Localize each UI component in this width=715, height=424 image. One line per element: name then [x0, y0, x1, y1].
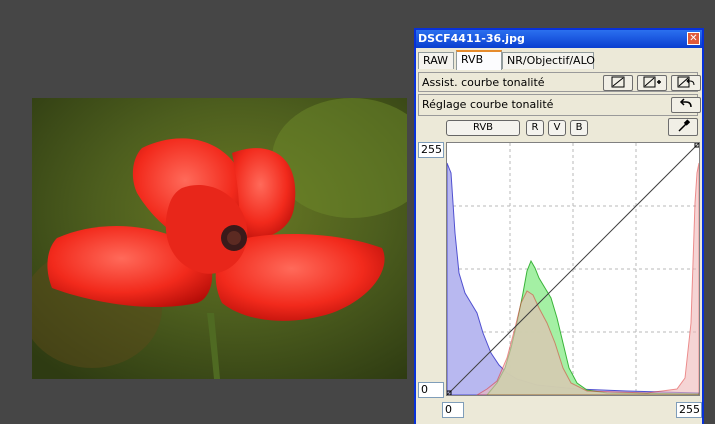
close-icon: ✕ [689, 33, 698, 44]
tab-raw[interactable]: RAW [418, 52, 454, 69]
tone-curve-graph[interactable] [446, 142, 700, 396]
reglage-panel: Réglage courbe tonalité [418, 94, 701, 116]
auto-curve-button[interactable] [603, 75, 633, 91]
tone-curve-window[interactable]: DSCF4411-36.jpg ✕ RAW RVB NR/Objectif/AL… [414, 28, 704, 424]
curve-reset-icon [677, 76, 695, 88]
channel-v-button[interactable]: V [548, 120, 566, 136]
input-low-field[interactable]: 0 [442, 402, 464, 418]
assist-label: Assist. courbe tonalité [422, 76, 545, 89]
channel-b-button[interactable]: B [570, 120, 588, 136]
add-point-button[interactable] [637, 75, 667, 91]
channel-rvb-button[interactable]: RVB [446, 120, 520, 136]
tab-nr-objectif-alo[interactable]: NR/Objectif/ALO [502, 52, 595, 69]
reset-curve-button[interactable] [671, 75, 701, 91]
output-max-field[interactable]: 255 [418, 142, 444, 158]
undo-button[interactable] [671, 97, 701, 113]
window-titlebar[interactable]: DSCF4411-36.jpg ✕ [416, 30, 702, 48]
curve-auto-icon [611, 76, 625, 88]
reglage-label: Réglage courbe tonalité [422, 98, 554, 111]
eyedropper-icon [678, 119, 691, 132]
window-title: DSCF4411-36.jpg [418, 32, 525, 45]
assist-panel: Assist. courbe tonalité [418, 72, 701, 92]
eyedropper-button[interactable] [668, 118, 698, 136]
undo-icon [679, 98, 692, 108]
photo-preview [32, 98, 407, 379]
channel-r-button[interactable]: R [526, 120, 544, 136]
tab-rvb[interactable]: RVB [456, 50, 502, 70]
close-button[interactable]: ✕ [687, 32, 700, 45]
output-min-field[interactable]: 0 [418, 382, 444, 398]
curve-add-icon [643, 76, 661, 88]
input-high-field[interactable]: 255 [676, 402, 702, 418]
